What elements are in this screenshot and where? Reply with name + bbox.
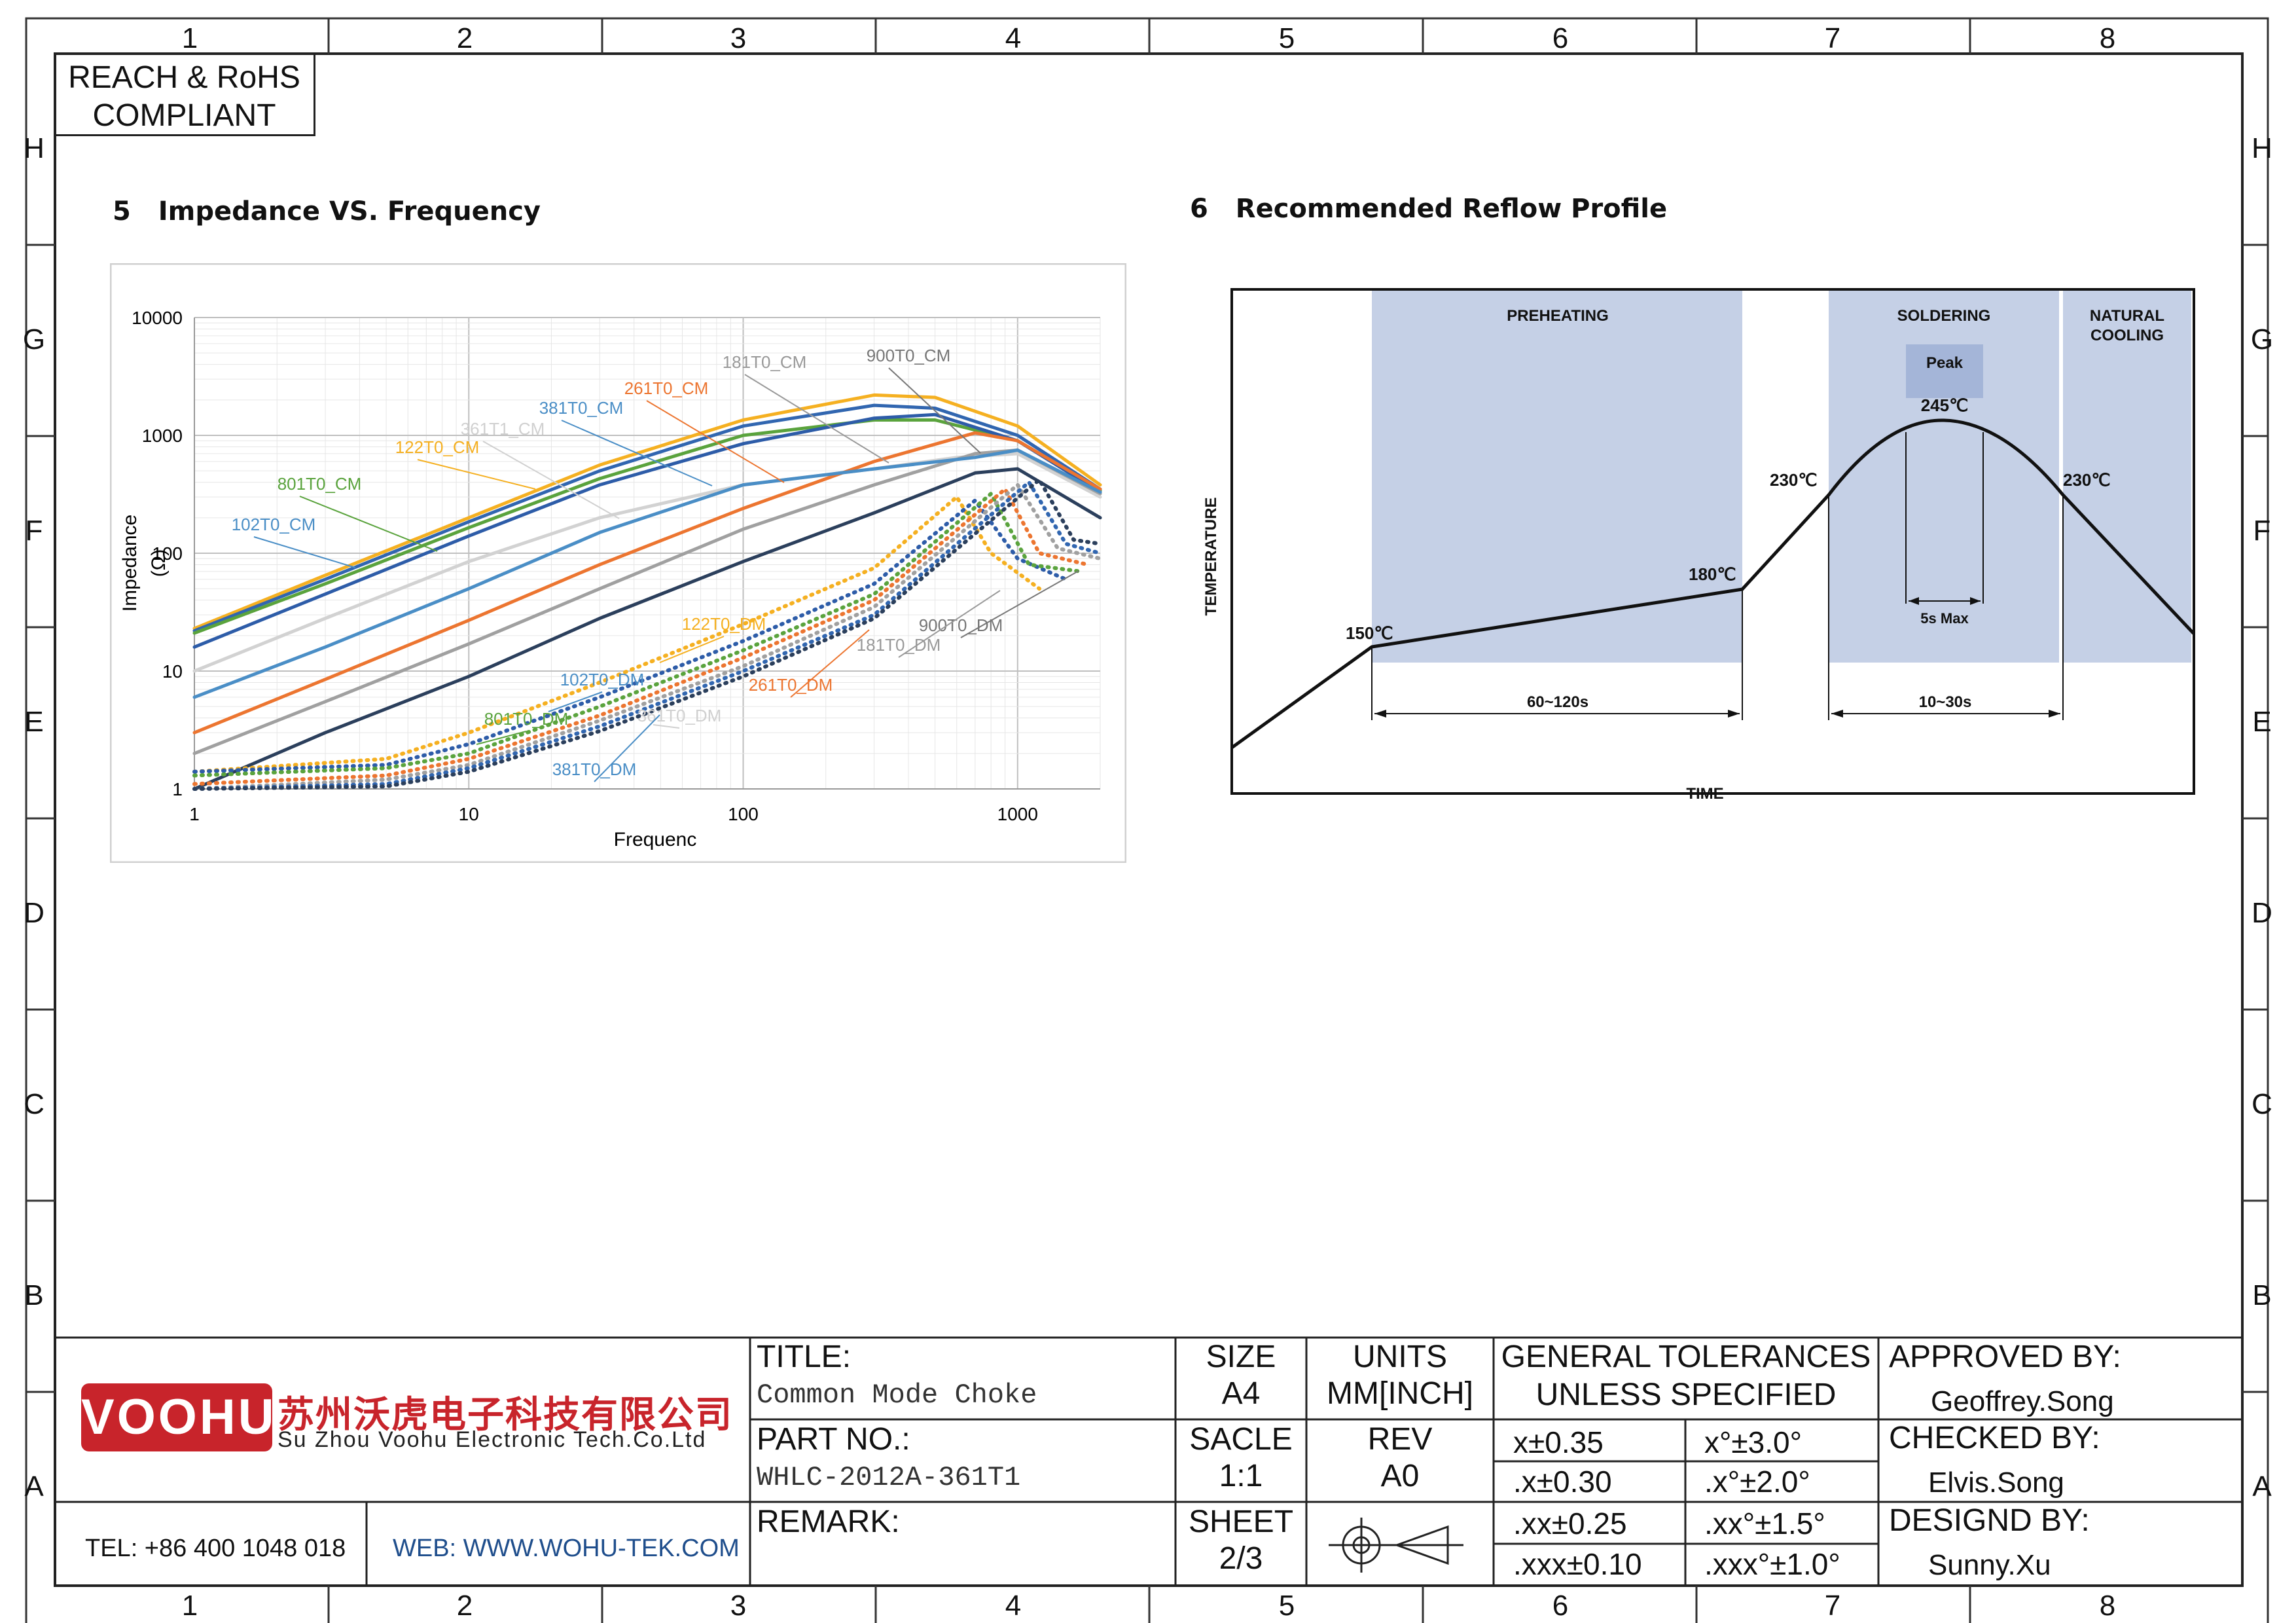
company-logo-text: VOOHU <box>81 1389 277 1445</box>
title-value: Common Mode Choke <box>757 1379 1037 1411</box>
sheet-value: 2/3 <box>1219 1541 1263 1576</box>
projection-symbol-icon <box>1329 1518 1463 1573</box>
angular-tolerance-4: .xxx°±1.0° <box>1704 1547 1840 1581</box>
units-value: MM[INCH] <box>1327 1376 1473 1411</box>
designed-label: DESIGND BY: <box>1889 1503 2090 1538</box>
telephone: TEL: +86 400 1048 018 <box>85 1535 346 1562</box>
part-no-label: PART NO.: <box>757 1422 910 1457</box>
checked-value: Elvis.Song <box>1928 1467 2064 1499</box>
remark-label: REMARK: <box>757 1504 900 1539</box>
linear-tolerance-4: .xxx±0.10 <box>1513 1547 1642 1581</box>
tolerance-heading-2: UNLESS SPECIFIED <box>1535 1377 1837 1412</box>
checked-label: CHECKED BY: <box>1889 1421 2100 1455</box>
scale-value: 1:1 <box>1219 1459 1263 1493</box>
approved-label: APPROVED BY: <box>1889 1340 2121 1374</box>
size-value: A4 <box>1221 1376 1261 1411</box>
rev-value: A0 <box>1380 1459 1420 1493</box>
angular-tolerance-1: x°±3.0° <box>1704 1425 1802 1459</box>
designed-value: Sunny.Xu <box>1928 1549 2051 1581</box>
tolerance-heading-1: GENERAL TOLERANCES <box>1501 1340 1871 1374</box>
angular-tolerance-2: .x°±2.0° <box>1704 1465 1810 1499</box>
approved-value: Geoffrey.Song <box>1931 1385 2114 1417</box>
size-label: SIZE <box>1206 1340 1276 1374</box>
title-block-lines <box>55 1336 2242 1586</box>
website-link[interactable]: WEB: WWW.WOHU-TEK.COM <box>393 1531 740 1566</box>
linear-tolerance-3: .xx±0.25 <box>1513 1506 1627 1541</box>
company-name-en: Su Zhou Voohu Electronic Tech.Co.Ltd <box>278 1427 707 1452</box>
linear-tolerance-1: x±0.35 <box>1513 1425 1604 1459</box>
sheet-label: SHEET <box>1188 1504 1294 1539</box>
rev-label: REV <box>1367 1422 1433 1457</box>
title-label: TITLE: <box>757 1340 852 1374</box>
units-label: UNITS <box>1353 1340 1447 1374</box>
scale-label: SACLE <box>1189 1422 1293 1457</box>
company-logo: VOOHU <box>81 1383 277 1451</box>
linear-tolerance-2: .x±0.30 <box>1513 1465 1612 1499</box>
angular-tolerance-3: .xx°±1.5° <box>1704 1506 1825 1541</box>
part-no-value: WHLC-2012A-361T1 <box>757 1462 1021 1493</box>
